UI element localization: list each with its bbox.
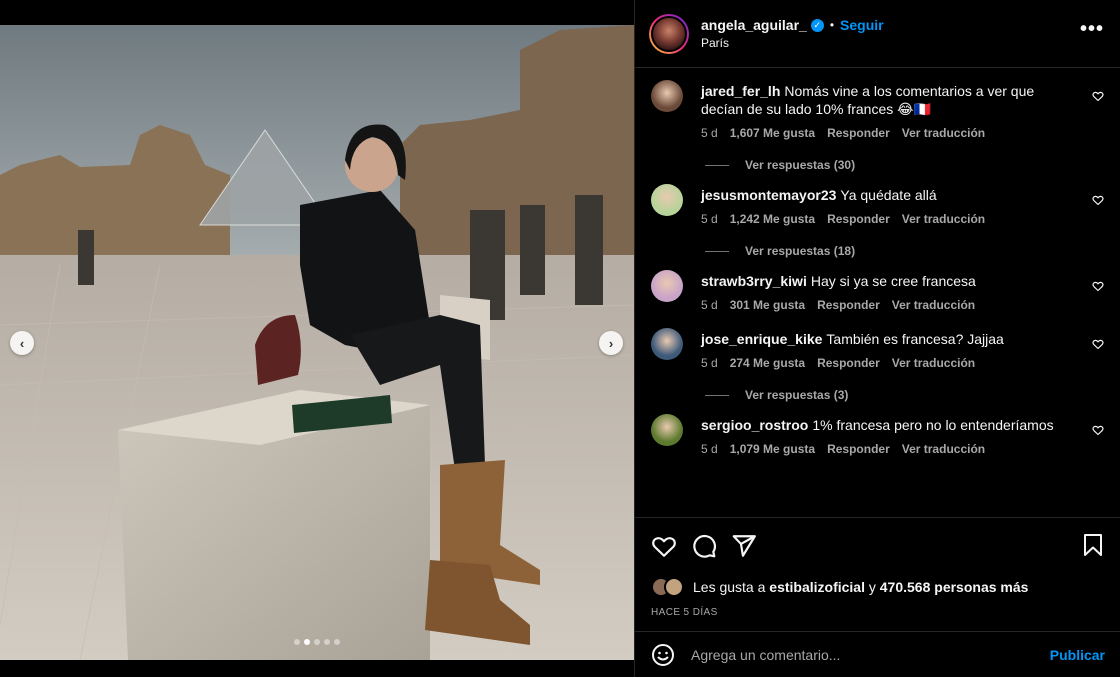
comment-likes-count[interactable]: 274 Me gusta: [730, 356, 805, 370]
comment-text: 1% francesa pero no lo entenderíamos: [812, 417, 1054, 433]
replies-line: [705, 394, 729, 396]
view-replies-button[interactable]: Ver respuestas (18): [705, 244, 1104, 258]
comment-age[interactable]: 5 d: [701, 126, 718, 140]
reply-button[interactable]: Responder: [817, 356, 880, 370]
comment-text: También es francesa? Jajjaa: [826, 331, 1004, 347]
carousel-dot: [294, 639, 300, 645]
next-image-button[interactable]: ›: [599, 331, 623, 355]
commenter-avatar[interactable]: [651, 270, 683, 302]
comment-like-heart-icon[interactable]: [1092, 280, 1104, 292]
comment-row: strawb3rry_kiwi Hay si ya se cree frances…: [651, 258, 1104, 312]
comment-row: jesusmontemayor23 Ya quédate allá 5 d 1,242…: [651, 172, 1104, 226]
carousel-dot: [324, 639, 330, 645]
view-replies-label[interactable]: Ver respuestas (30): [745, 158, 855, 172]
comment-text: Ya quédate allá: [840, 187, 937, 203]
top-bar: [0, 0, 634, 25]
comment-item: strawb3rry_kiwi Hay si ya se cree frances…: [651, 258, 1104, 316]
comment-likes-count[interactable]: 1,607 Me gusta: [730, 126, 815, 140]
comment-like-heart-icon[interactable]: [1092, 424, 1104, 436]
comment-like-heart-icon[interactable]: [1092, 194, 1104, 206]
carousel-dot: [314, 639, 320, 645]
comment-item: jose_enrique_kike También es francesa? Ja…: [651, 316, 1104, 402]
comment-likes-count[interactable]: 301 Me gusta: [730, 298, 805, 312]
comment-item: jared_fer_lh Nomás vine a los comentarios…: [651, 68, 1104, 172]
view-replies-button[interactable]: Ver respuestas (3): [705, 388, 1104, 402]
verified-badge-icon: ✓: [810, 18, 824, 32]
comment-item: sergioo_rostroo 1% francesa pero no lo en…: [651, 402, 1104, 460]
comment-like-heart-icon[interactable]: [1092, 338, 1104, 350]
translate-button[interactable]: Ver traducción: [892, 298, 975, 312]
reply-button[interactable]: Responder: [817, 298, 880, 312]
post-image[interactable]: ‹ ›: [0, 25, 634, 660]
commenter-username[interactable]: jose_enrique_kike: [701, 331, 822, 347]
comment-input[interactable]: [691, 646, 1050, 663]
view-replies-label[interactable]: Ver respuestas (18): [745, 244, 855, 258]
view-replies-label[interactable]: Ver respuestas (3): [745, 388, 848, 402]
previous-image-button[interactable]: ‹: [10, 331, 34, 355]
comments-list[interactable]: jared_fer_lh Nomás vine a los comentarios…: [635, 68, 1120, 517]
commenter-avatar[interactable]: [651, 184, 683, 216]
separator-dot: •: [829, 18, 835, 32]
post-side-panel: angela_aguilar_ ✓ • Seguir París ••• jar…: [634, 0, 1120, 677]
likes-count[interactable]: 470.568 personas más: [880, 579, 1029, 595]
save-bookmark-icon[interactable]: [1082, 533, 1104, 557]
comment-age[interactable]: 5 d: [701, 298, 718, 312]
comment-likes-count[interactable]: 1,079 Me gusta: [730, 442, 815, 456]
comment-row: sergioo_rostroo 1% francesa pero no lo en…: [651, 402, 1104, 456]
post-actions: [635, 517, 1120, 573]
author-username[interactable]: angela_aguilar_: [701, 17, 807, 33]
add-comment-bar: Publicar: [635, 631, 1120, 677]
commenter-avatar[interactable]: [651, 80, 683, 112]
commenter-username[interactable]: jesusmontemayor23: [701, 187, 836, 203]
follow-button[interactable]: Seguir: [840, 17, 884, 33]
post-date[interactable]: HACE 5 DÍAS: [635, 601, 1120, 633]
comment-age[interactable]: 5 d: [701, 212, 718, 226]
post-header: angela_aguilar_ ✓ • Seguir París •••: [635, 0, 1120, 68]
likes-summary[interactable]: Les gusta a estibalizoficial y 470.568 p…: [635, 573, 1120, 601]
carousel-indicator: [0, 639, 634, 645]
likes-middle: y: [864, 579, 880, 595]
comment-text: Hay si ya se cree francesa: [810, 273, 976, 289]
reply-button[interactable]: Responder: [827, 212, 890, 226]
liker-username[interactable]: estibalizoficial: [769, 579, 865, 595]
commenter-username[interactable]: jared_fer_lh: [701, 83, 780, 99]
carousel-dot: [334, 639, 340, 645]
reply-button[interactable]: Responder: [827, 442, 890, 456]
translate-button[interactable]: Ver traducción: [902, 126, 985, 140]
commenter-avatar[interactable]: [651, 414, 683, 446]
replies-line: [705, 164, 729, 166]
commenter-username[interactable]: sergioo_rostroo: [701, 417, 808, 433]
post-location[interactable]: París: [701, 36, 1080, 50]
carousel-dot: [304, 639, 310, 645]
reply-button[interactable]: Responder: [827, 126, 890, 140]
commenter-username[interactable]: strawb3rry_kiwi: [701, 273, 807, 289]
view-replies-button[interactable]: Ver respuestas (30): [705, 158, 1104, 172]
replies-line: [705, 250, 729, 252]
comment-age[interactable]: 5 d: [701, 356, 718, 370]
comment-row: jose_enrique_kike También es francesa? Ja…: [651, 316, 1104, 370]
more-options-icon[interactable]: •••: [1080, 18, 1104, 49]
likers-avatars: [651, 577, 687, 597]
comment-item: jesusmontemayor23 Ya quédate allá 5 d 1,242…: [651, 172, 1104, 258]
comment-row: jared_fer_lh Nomás vine a los comentarios…: [651, 68, 1104, 140]
louvre-photo: [0, 25, 634, 660]
comment-like-heart-icon[interactable]: [1092, 90, 1104, 102]
publish-button[interactable]: Publicar: [1050, 647, 1105, 663]
translate-button[interactable]: Ver traducción: [902, 442, 985, 456]
translate-button[interactable]: Ver traducción: [902, 212, 985, 226]
author-avatar[interactable]: [649, 13, 689, 54]
comment-age[interactable]: 5 d: [701, 442, 718, 456]
share-send-icon[interactable]: [731, 533, 757, 559]
comment-likes-count[interactable]: 1,242 Me gusta: [730, 212, 815, 226]
likes-prefix: Les gusta a: [693, 579, 770, 595]
like-heart-icon[interactable]: [651, 533, 677, 559]
translate-button[interactable]: Ver traducción: [892, 356, 975, 370]
bottom-bar: [0, 660, 634, 677]
emoji-icon[interactable]: [651, 643, 675, 667]
comment-bubble-icon[interactable]: [691, 533, 717, 559]
commenter-avatar[interactable]: [651, 328, 683, 360]
